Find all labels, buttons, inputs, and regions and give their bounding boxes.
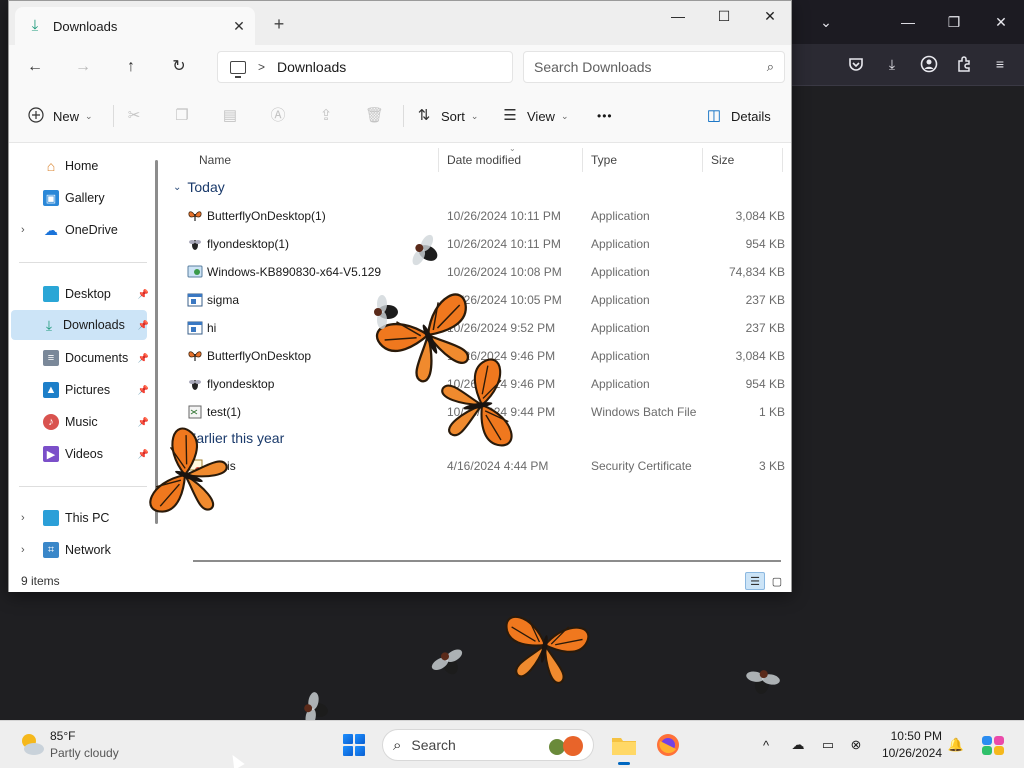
weather-partly-cloudy-icon[interactable]: [18, 731, 46, 757]
butterfly-sprite[interactable]: [497, 614, 591, 688]
fly-sprite[interactable]: [428, 644, 470, 683]
copilot-icon[interactable]: [980, 735, 1006, 755]
taskbar-search-label: Search: [411, 737, 456, 753]
fly-sprite[interactable]: [301, 690, 331, 720]
weather-temperature[interactable]: 85°F: [50, 729, 75, 743]
firefox-icon: [657, 734, 679, 756]
tray-overflow-chevron-icon[interactable]: ^: [756, 735, 776, 755]
fly-sprite[interactable]: [743, 667, 782, 697]
folder-icon: [612, 738, 636, 755]
butterfly-sprite[interactable]: [437, 357, 515, 456]
pumpkins-highlight-icon: [549, 736, 583, 756]
search-icon: ⌕: [393, 736, 402, 754]
weather-description[interactable]: Partly cloudy: [50, 746, 119, 760]
notifications-bell-icon[interactable]: 🔔: [946, 735, 966, 755]
clock-time[interactable]: 10:50 PM: [880, 729, 942, 743]
windows-logo-pane: [355, 746, 365, 756]
windows-logo-pane: [343, 746, 353, 756]
taskbar: 85°F Partly cloudy ⌕ Search ^ ☁ ▭ ⊗ 10:5…: [0, 720, 1024, 768]
fly-sprite[interactable]: [407, 231, 446, 273]
taskbar-file-explorer[interactable]: [608, 729, 640, 765]
cloud-offline-icon[interactable]: ☁: [788, 735, 808, 755]
taskbar-search-box[interactable]: ⌕ Search: [382, 729, 594, 761]
network-disconnected-icon[interactable]: ⊗: [846, 735, 866, 755]
desktop-pets-overlay: [146, 231, 782, 720]
display-icon[interactable]: ▭: [818, 735, 838, 755]
taskbar-firefox[interactable]: [652, 729, 684, 761]
windows-logo-pane: [343, 734, 353, 744]
windows-logo-pane: [355, 734, 365, 744]
start-button[interactable]: [340, 731, 368, 759]
clock-date[interactable]: 10/26/2024: [876, 746, 942, 760]
butterfly-sprite[interactable]: [146, 424, 236, 530]
